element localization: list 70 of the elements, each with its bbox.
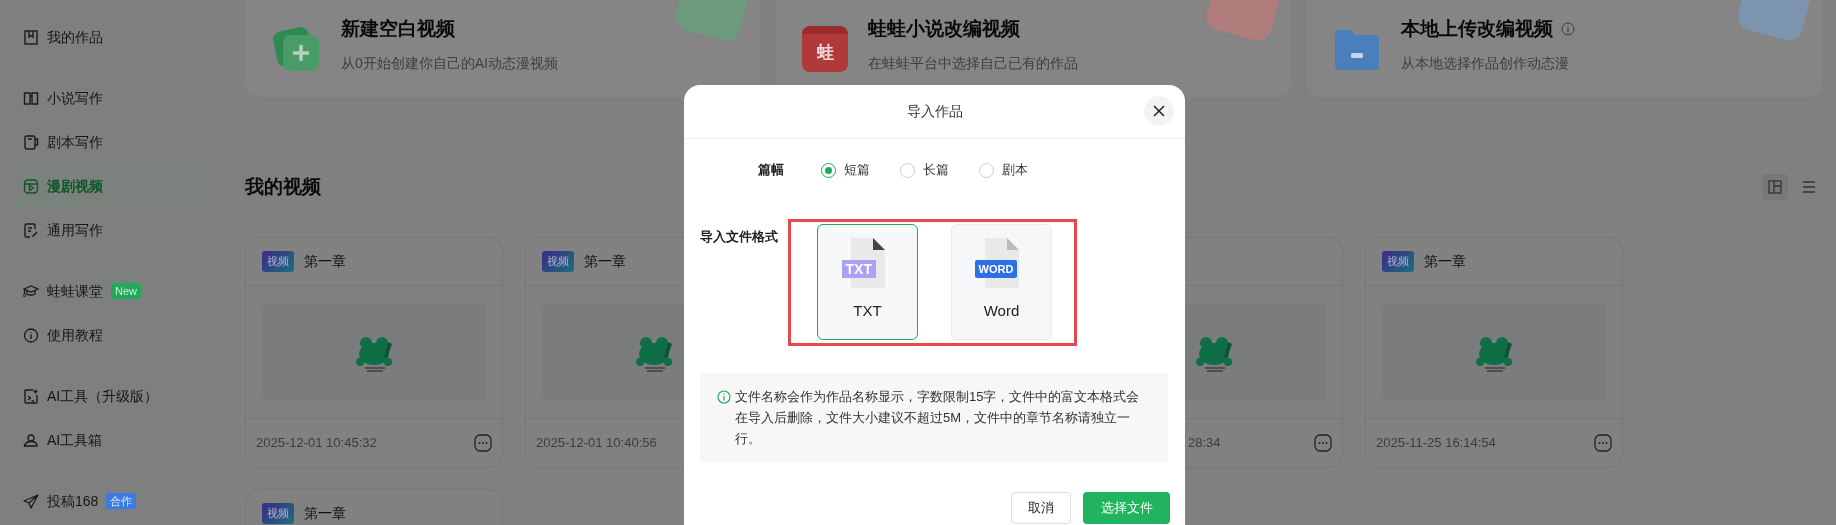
timestamp: 28:34 [1188, 433, 1221, 452]
radio-option[interactable]: 短篇 [821, 160, 870, 180]
radio-option[interactable]: 剧本 [979, 160, 1028, 180]
timestamp: 2025-12-01 10:45:32 [256, 433, 377, 452]
calendar-icon: 蛙 [802, 25, 848, 72]
format-label: Word [983, 301, 1020, 321]
tag: 合作 [106, 493, 137, 509]
grid-view-icon[interactable] [1762, 174, 1788, 201]
sidebar-item[interactable]: 蛙蛙课堂 New [16, 269, 202, 313]
bookmark-icon [23, 28, 39, 46]
dialog-title: 导入作品 [906, 102, 963, 121]
sidebar-item[interactable]: 使用教程 [16, 313, 202, 357]
file-type-label: TXT [841, 260, 876, 278]
card-subtitle: 在蛙蛙平台中选择自己已有的作品 [868, 54, 1078, 74]
timestamp: 2025-11-25 16:14:54 [1376, 433, 1496, 452]
timestamp: 2025-12-01 10:40:56 [536, 433, 657, 452]
tag: New [111, 283, 141, 299]
video-card[interactable]: 视频 第一章 [245, 488, 503, 525]
card-title: 蛙蛙小说改编视频 [868, 16, 1020, 41]
choose-file-button[interactable]: 选择文件 [1083, 492, 1170, 524]
more-icon[interactable] [1594, 433, 1612, 452]
info-icon [717, 390, 731, 404]
video-title: 第一章 [304, 251, 346, 271]
sidebar-item[interactable]: 剧本写作 [16, 120, 202, 164]
more-icon[interactable] [1314, 433, 1332, 452]
video-icon [23, 177, 39, 195]
section-title: 我的视频 [245, 175, 321, 199]
card-title: 本地上传改编视频 [1401, 16, 1553, 41]
file-type-label: WORD [974, 260, 1018, 278]
script-icon [23, 133, 39, 151]
info-icon[interactable] [1561, 22, 1575, 36]
sidebar-item[interactable]: 投稿168 合作 [16, 479, 202, 523]
book-icon [23, 89, 39, 107]
tag: 视频 [1382, 250, 1414, 272]
close-icon [1153, 105, 1165, 117]
video-card[interactable]: 视频 第一章 2025-11-25 16:14:54 [1365, 236, 1623, 468]
cancel-button[interactable]: 取消 [1011, 492, 1071, 524]
edit-document-icon [23, 221, 39, 239]
action-card[interactable]: 新建空白视频 从0开始创建你自己的AI动态漫视频 [245, 0, 760, 97]
action-card[interactable]: 蛙 蛙蛙小说改编视频 在蛙蛙平台中选择自己已有的作品 [776, 0, 1291, 97]
card-title: 新建空白视频 [341, 16, 455, 41]
send-icon [23, 492, 39, 510]
graduation-cap-icon [23, 282, 39, 300]
action-card[interactable]: 本地上传改编视频 从本地选择作品创作动态漫 [1307, 0, 1822, 97]
video-title: 第一章 [304, 503, 346, 523]
list-view-icon[interactable] [1802, 180, 1816, 195]
video-title: 第一章 [584, 251, 626, 271]
sidebar-item[interactable]: AI工具（升级版） [16, 374, 202, 418]
radio-option[interactable]: 长篇 [900, 160, 949, 180]
card-subtitle: 从本地选择作品创作动态漫 [1401, 54, 1570, 74]
card-subtitle: 从0开始创建你自己的AI动态漫视频 [341, 54, 558, 74]
sidebar-item[interactable]: 通用写作 [16, 208, 202, 252]
video-title: 第一章 [1424, 251, 1466, 271]
format-label: TXT [853, 301, 882, 321]
file-format-option[interactable]: WORD Word [951, 224, 1052, 340]
terminal-icon [23, 387, 39, 405]
tag: 视频 [542, 250, 574, 272]
sidebar-item[interactable]: 我的作品 [16, 15, 202, 59]
tag: 视频 [262, 250, 294, 272]
sidebar-item[interactable]: AI工具箱 [16, 418, 202, 462]
close-button[interactable] [1144, 96, 1174, 126]
robot-icon [23, 431, 39, 449]
field-label: 篇幅 [758, 161, 784, 180]
video-card[interactable]: 视频 第一章 2025-12-01 10:45:32 [245, 236, 503, 468]
sidebar-item[interactable]: 小说写作 [16, 76, 202, 120]
tag: 视频 [262, 502, 294, 524]
file-format-option[interactable]: TXT TXT [817, 224, 918, 340]
more-icon[interactable] [474, 433, 492, 452]
info-icon [23, 326, 39, 344]
plus-icon [271, 24, 321, 73]
